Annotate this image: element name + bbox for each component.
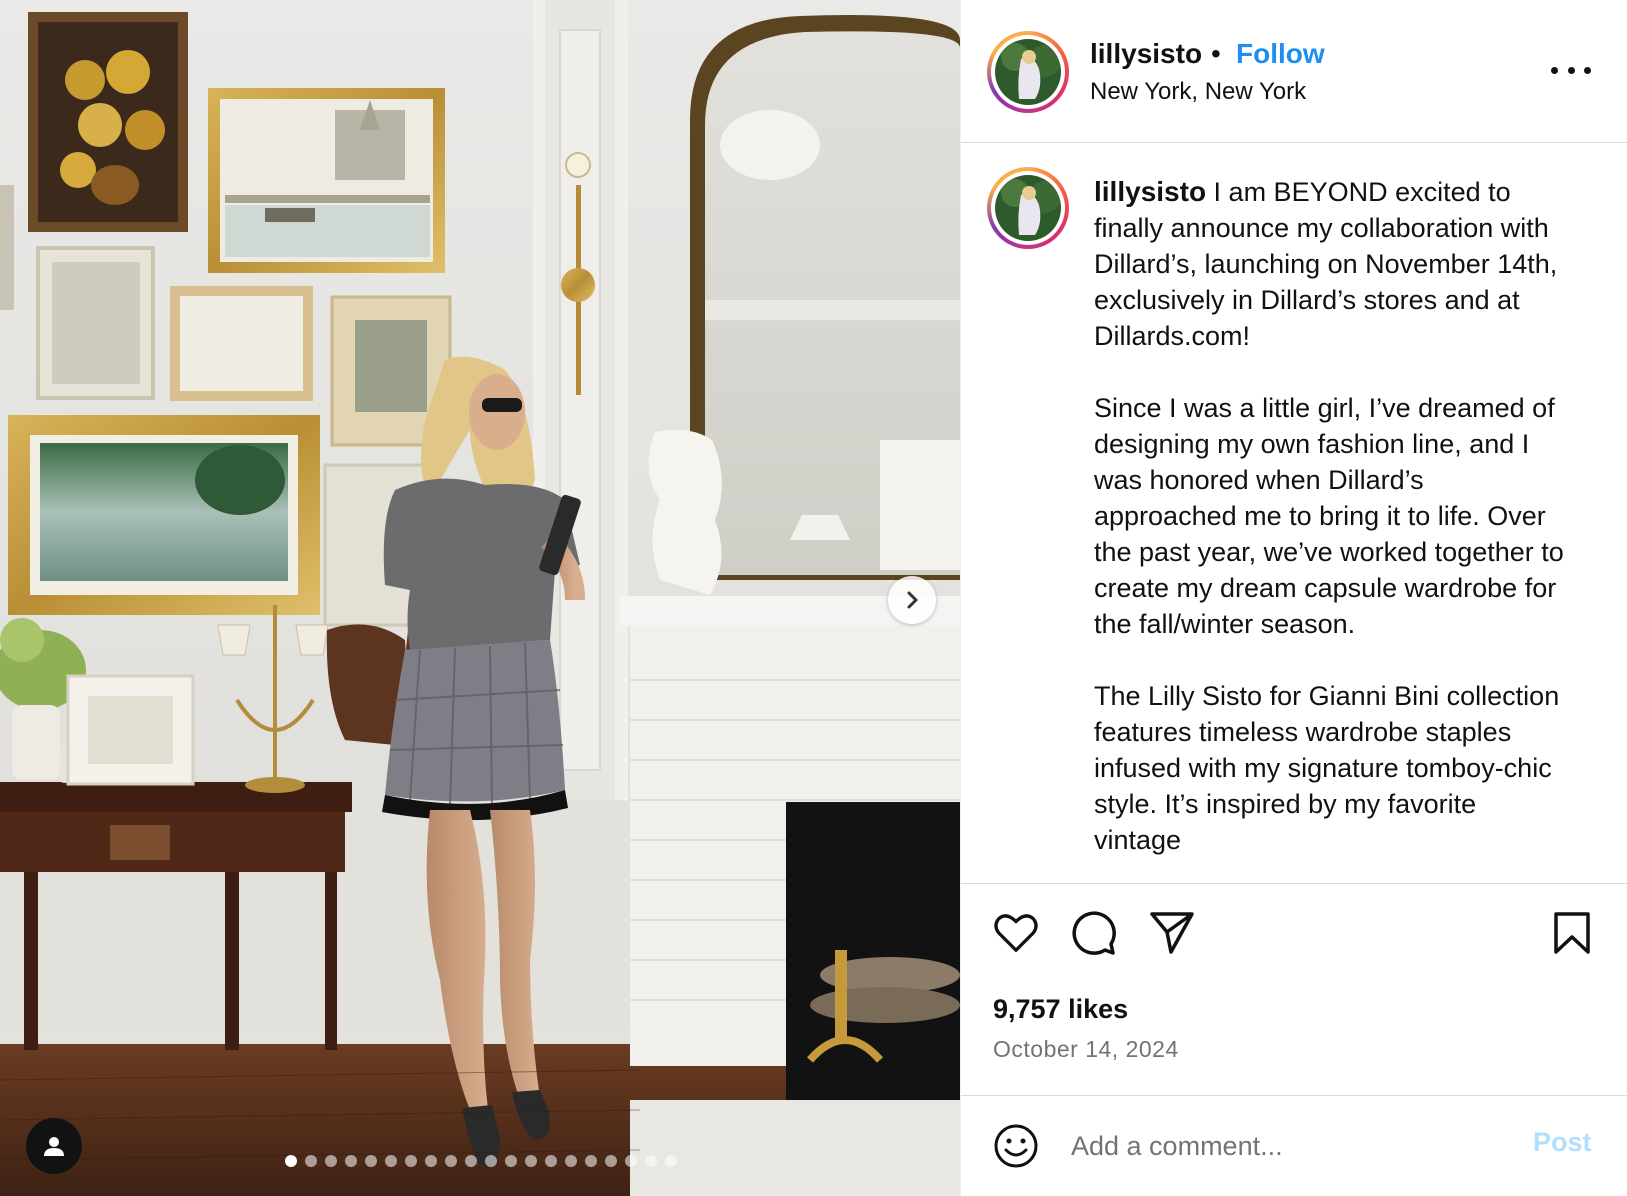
- carousel-indicator: [285, 1155, 677, 1167]
- like-button[interactable]: [991, 908, 1041, 958]
- header-separator: •: [1211, 38, 1221, 69]
- emoji-button[interactable]: [991, 1121, 1041, 1171]
- carousel-dot: [345, 1155, 357, 1167]
- carousel-dot: [365, 1155, 377, 1167]
- carousel-dot: [325, 1155, 337, 1167]
- carousel-dot: [405, 1155, 417, 1167]
- carousel-dot: [665, 1155, 677, 1167]
- caption-text: I am BEYOND excited to finally announce …: [1094, 177, 1564, 855]
- post-date[interactable]: October 14, 2024: [993, 1036, 1179, 1063]
- post-media[interactable]: [0, 0, 960, 1196]
- chevron-right-icon: [907, 591, 918, 609]
- tagged-users-button[interactable]: [26, 1118, 82, 1174]
- post-header: lillysisto • Follow New York, New York: [961, 0, 1627, 143]
- carousel-dot: [565, 1155, 577, 1167]
- avatar[interactable]: [987, 31, 1069, 113]
- carousel-dot: [445, 1155, 457, 1167]
- comment-icon: [1072, 911, 1116, 955]
- carousel-next-button[interactable]: [888, 576, 936, 624]
- carousel-dot: [585, 1155, 597, 1167]
- carousel-dot: [645, 1155, 657, 1167]
- save-button[interactable]: [1551, 908, 1593, 958]
- emoji-icon: [994, 1124, 1038, 1168]
- carousel-dot: [625, 1155, 637, 1167]
- carousel-dot: [465, 1155, 477, 1167]
- post-location[interactable]: New York, New York: [1090, 78, 1306, 106]
- caption-username[interactable]: lillysisto: [1094, 176, 1206, 207]
- bookmark-icon: [1554, 912, 1590, 954]
- caption-section[interactable]: lillysisto I am BEYOND excited to finall…: [961, 144, 1627, 884]
- user-tag-icon: [44, 1137, 64, 1156]
- caption-avatar[interactable]: [987, 167, 1069, 249]
- carousel-dot: [305, 1155, 317, 1167]
- carousel-dot: [545, 1155, 557, 1167]
- carousel-dot: [605, 1155, 617, 1167]
- carousel-dot: [505, 1155, 517, 1167]
- follow-button[interactable]: Follow: [1236, 38, 1325, 70]
- avatar-image: [995, 39, 1061, 105]
- post-photo: [0, 0, 960, 1196]
- share-icon: [1150, 912, 1194, 954]
- comment-button[interactable]: [1069, 908, 1119, 958]
- more-options-button[interactable]: [1551, 58, 1591, 82]
- post-caption: lillysisto I am BEYOND excited to finall…: [1094, 174, 1564, 858]
- comment-bar: Post: [961, 1097, 1627, 1196]
- carousel-dot: [485, 1155, 497, 1167]
- share-button[interactable]: [1147, 908, 1197, 958]
- post-actions: 9,757 likes October 14, 2024: [961, 884, 1627, 1096]
- carousel-dot: [285, 1155, 297, 1167]
- more-options-icon: [1551, 66, 1558, 74]
- like-count[interactable]: 9,757 likes: [993, 994, 1128, 1025]
- post-details-panel: lillysisto • Follow New York, New York l…: [960, 0, 1627, 1196]
- comment-input[interactable]: [1071, 1123, 1491, 1169]
- heart-icon: [994, 914, 1038, 952]
- carousel-dot: [385, 1155, 397, 1167]
- avatar-image: [995, 175, 1061, 241]
- post-comment-button[interactable]: Post: [1533, 1127, 1592, 1158]
- carousel-dot: [425, 1155, 437, 1167]
- carousel-dot: [525, 1155, 537, 1167]
- post-author-username[interactable]: lillysisto: [1090, 38, 1202, 70]
